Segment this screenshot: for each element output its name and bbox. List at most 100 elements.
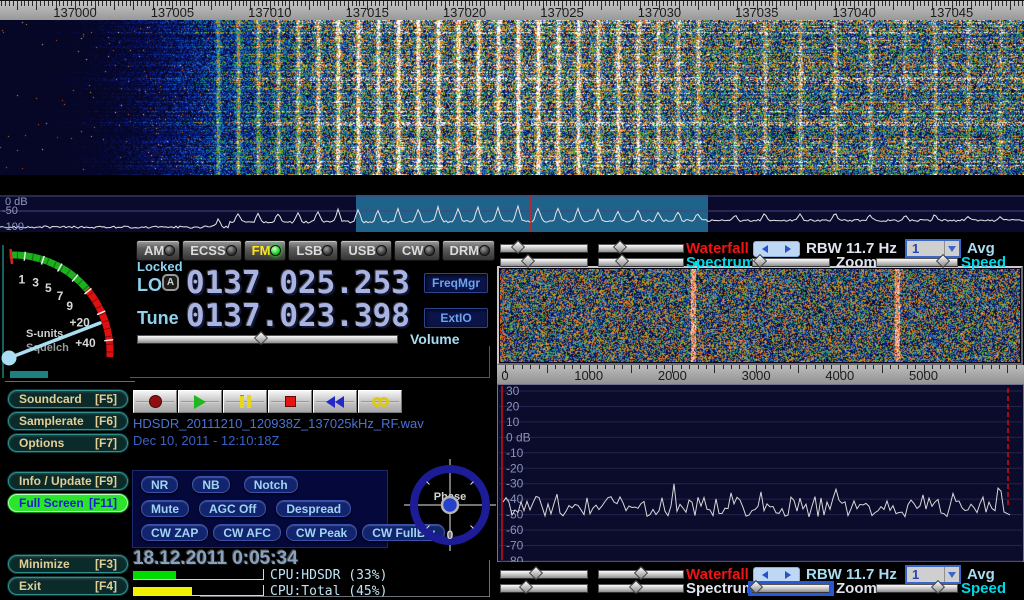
cluster_bottom-spectrum-contrast-slider[interactable]	[598, 584, 684, 593]
stop-button[interactable]	[268, 390, 312, 413]
sidebar-button-fkey: [F6]	[95, 414, 117, 428]
cluster_top-speed-slider[interactable]	[876, 258, 958, 267]
cluster_top-spectrum-contrast-slider-thumb[interactable]	[614, 254, 628, 268]
scale-tick	[235, 1, 236, 6]
dsp-button-nr[interactable]: NR	[141, 476, 178, 493]
cluster_bottom-spectrum-brightness-slider-thumb[interactable]	[519, 580, 533, 594]
volume-slider[interactable]	[137, 335, 398, 344]
pause-button[interactable]	[223, 390, 267, 413]
scale-tick	[885, 1, 886, 6]
freqmgr-button[interactable]: FreqMgr	[424, 273, 488, 293]
cluster_bottom-waterfall-contrast-slider[interactable]	[598, 570, 684, 579]
cluster_top-waterfall-brightness-slider-thumb[interactable]	[511, 240, 525, 254]
rf-spectrum-display[interactable]: 3020100 dB-10-20-30-40-50-60-70-80	[497, 384, 1024, 562]
cluster_bottom-avg-dropdown[interactable]: 1	[905, 565, 961, 584]
scale-tick	[811, 1, 812, 6]
cluster_bottom-waterfall-contrast-slider-thumb[interactable]	[634, 566, 648, 580]
spinner-left-arrow-icon[interactable]	[762, 245, 768, 253]
scale-tick	[110, 1, 111, 6]
sidebar-button-soundcard[interactable]: Soundcard[F5]	[8, 390, 128, 408]
cluster_bottom-spectrum-brightness-slider[interactable]	[500, 584, 588, 593]
mode-button-fm[interactable]: FM	[244, 240, 287, 261]
mode-button-cw[interactable]: CW	[394, 240, 440, 261]
sidebar-button-options[interactable]: Options[F7]	[8, 434, 128, 452]
spectrum-selection-region[interactable]	[356, 195, 708, 232]
dsp-button-notch[interactable]: Notch	[244, 476, 298, 493]
extio-button[interactable]: ExtIO	[424, 308, 488, 328]
lo-frequency-display[interactable]: 0137.025.253	[186, 268, 410, 299]
rf-scale-tick	[539, 365, 540, 369]
cluster_top-zoom-slider[interactable]	[752, 258, 830, 267]
cluster_bottom-waterfall-brightness-slider[interactable]	[500, 570, 588, 579]
sidebar-button-minimize[interactable]: Minimize[F3]	[8, 555, 128, 573]
sidebar-button-samplerate[interactable]: Samplerate [F6]	[8, 412, 128, 430]
cluster_bottom-spectrum-contrast-slider-thumb[interactable]	[629, 580, 643, 594]
scale-tick	[819, 1, 820, 6]
dropdown-arrow-icon[interactable]	[944, 241, 959, 256]
cluster_bottom-waterfall-brightness-slider-thumb[interactable]	[529, 566, 543, 580]
avg-dropdown-value: 1	[907, 241, 944, 256]
mode-led-indicator	[479, 245, 490, 256]
mode-button-am[interactable]: AM	[136, 240, 180, 261]
play-button[interactable]	[178, 390, 222, 413]
cluster_bottom-speed-slider[interactable]	[876, 584, 958, 593]
scale-tick	[320, 1, 321, 6]
rf-scale-tick	[555, 365, 556, 369]
cluster_top-speed-label: Speed	[961, 254, 1006, 271]
cluster_top-spectrum-brightness-slider-thumb[interactable]	[521, 254, 535, 268]
spinner-left-arrow-icon[interactable]	[762, 571, 768, 579]
scale-tick	[698, 1, 699, 10]
scale-tick	[1018, 1, 1019, 6]
cluster_top-waterfall-contrast-slider-thumb[interactable]	[613, 240, 627, 254]
rf-frequency-scale[interactable]: 010002000300040005000	[497, 365, 1024, 384]
scale-tick	[702, 1, 703, 6]
rf-scale-tick	[882, 365, 883, 373]
tune-frequency-display[interactable]: 0137.023.398	[186, 301, 410, 332]
main-scale-label: 137030	[629, 5, 689, 20]
mode-button-usb[interactable]: USB	[340, 240, 391, 261]
main-spectrum-display[interactable]	[0, 195, 1024, 232]
scale-tick	[597, 1, 598, 6]
sidebar-button-label: Samplerate	[19, 414, 84, 428]
cluster_top-waterfall-contrast-slider[interactable]	[598, 244, 684, 253]
sidebar-button-full-screen[interactable]: Full Screen[F11]	[8, 494, 128, 512]
dsp-button-cw-zap[interactable]: CW ZAP	[141, 524, 208, 541]
cluster_top-waterfall-brightness-slider[interactable]	[500, 244, 588, 253]
s-meter[interactable]: 13579+20+40 S-units Squelch	[0, 240, 125, 390]
lo-auto-badge[interactable]: A	[162, 274, 179, 291]
dsp-button-cw-peak[interactable]: CW Peak	[286, 524, 357, 541]
rewind-button[interactable]	[313, 390, 357, 413]
cluster_top-spectrum-brightness-slider[interactable]	[500, 258, 588, 267]
dsp-button-agc-off[interactable]: AGC Off	[199, 500, 266, 517]
spinner-right-arrow-icon[interactable]	[785, 571, 791, 579]
loop-button[interactable]	[358, 390, 402, 413]
squelch-marker[interactable]	[11, 249, 13, 264]
main-waterfall-display[interactable]	[0, 0, 1024, 175]
scale-tick	[620, 1, 621, 10]
cluster_bottom-zoom-slider[interactable]	[752, 584, 830, 593]
spinner-right-arrow-icon[interactable]	[785, 245, 791, 253]
rf-waterfall-display[interactable]	[500, 269, 1020, 362]
mode-button-lsb[interactable]: LSB	[288, 240, 338, 261]
mode-button-ecss[interactable]: ECSS	[182, 240, 241, 261]
mode-button-drm[interactable]: DRM	[442, 240, 496, 261]
dsp-button-cw-afc[interactable]: CW AFC	[213, 524, 281, 541]
cluster_top-spectrum-contrast-slider[interactable]	[598, 258, 684, 267]
scale-tick	[1014, 1, 1015, 6]
sidebar-button-exit[interactable]: Exit[F4]	[8, 577, 128, 595]
phase-center-knob[interactable]	[442, 497, 458, 513]
mode-led-indicator	[270, 245, 281, 256]
dsp-button-mute[interactable]: Mute	[141, 500, 189, 517]
sidebar-button-info-update[interactable]: Info / Update[F9]	[8, 472, 128, 490]
dsp-button-despread[interactable]: Despread	[276, 500, 351, 517]
smeter-tick-label: 9	[66, 299, 73, 313]
main-frequency-scale[interactable]: 1370001370051370101370151370201370251370…	[0, 0, 1024, 20]
phase-dial[interactable]: Phase 0	[404, 459, 496, 551]
record-button[interactable]	[133, 390, 177, 413]
scale-tick	[1010, 1, 1011, 10]
dropdown-arrow-icon[interactable]	[944, 567, 959, 582]
rf-scale-tick	[798, 365, 799, 373]
dsp-button-nb[interactable]: NB	[192, 476, 229, 493]
volume-label: Volume	[410, 331, 460, 347]
cluster_top-avg-dropdown[interactable]: 1	[905, 239, 961, 258]
